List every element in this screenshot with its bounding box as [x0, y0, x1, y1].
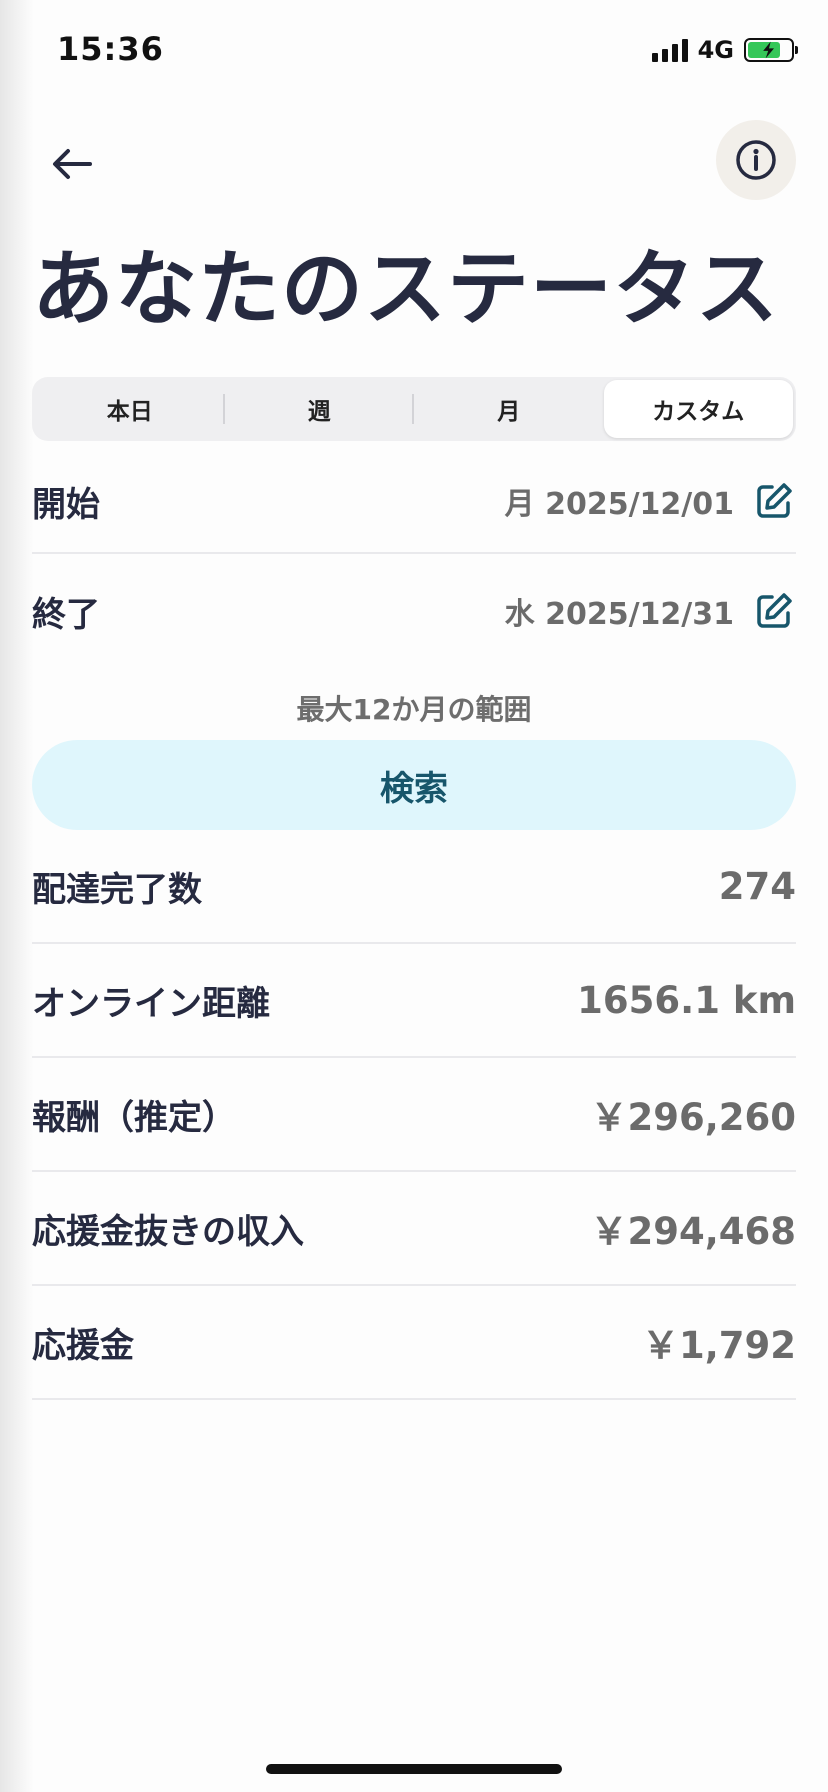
start-date-value-group: 月 2025/12/01 [505, 479, 796, 523]
end-date-label: 終了 [32, 594, 100, 635]
stat-row-estimated-reward: 報酬（推定） ￥296,260 [32, 1058, 796, 1170]
stat-value: 274 [718, 864, 796, 908]
status-indicators: 4G [651, 36, 798, 64]
start-date-value: 月 2025/12/01 [504, 487, 734, 522]
search-button[interactable]: 検索 [32, 740, 796, 830]
arrow-left-icon [53, 149, 92, 179]
stat-label: 報酬（推定） [32, 1097, 236, 1138]
battery-icon [744, 38, 798, 62]
charging-bolt-icon [763, 41, 774, 59]
signal-icon [651, 38, 688, 62]
stat-value: ￥294,468 [590, 1210, 796, 1253]
stat-row-support-money: 応援金 ￥1,792 [32, 1286, 796, 1398]
end-date-value-group: 水 2025/12/31 [505, 589, 796, 633]
info-button[interactable] [716, 120, 796, 200]
back-button[interactable] [42, 134, 102, 194]
stat-label: 応援金抜きの収入 [32, 1211, 304, 1252]
status-time: 15:36 [57, 30, 164, 68]
edit-end-date-button[interactable] [752, 589, 796, 633]
network-label: 4G [697, 36, 734, 64]
stat-label: 応援金 [32, 1325, 134, 1366]
stat-value: ￥1,792 [641, 1324, 796, 1367]
stat-label: 配達完了数 [32, 869, 202, 910]
divider [32, 1398, 796, 1400]
stat-row-income-excluding-support: 応援金抜きの収入 ￥294,468 [32, 1172, 796, 1284]
stat-row-deliveries: 配達完了数 274 [32, 830, 796, 942]
start-date-label: 開始 [32, 484, 100, 525]
home-indicator[interactable] [266, 1764, 562, 1774]
tab-today[interactable]: 本日 [35, 380, 225, 438]
end-date-value: 水 2025/12/31 [504, 597, 734, 632]
tab-month[interactable]: 月 [414, 380, 604, 438]
stat-row-online-distance: オンライン距離 1656.1 km [32, 944, 796, 1056]
edit-start-date-button[interactable] [752, 479, 796, 523]
stat-value: ￥296,260 [590, 1096, 796, 1139]
divider [32, 552, 796, 554]
page-title: あなたのステータス [32, 242, 780, 337]
edit-icon [757, 483, 792, 518]
range-note: 最大12か月の範囲 [296, 693, 532, 726]
edge-shadow [0, 0, 34, 1792]
edit-icon [757, 593, 792, 628]
end-date-row: 終了 水 2025/12/31 [32, 556, 796, 666]
tab-custom[interactable]: カスタム [603, 380, 793, 438]
tab-week[interactable]: 週 [225, 380, 415, 438]
period-segmented-control: 本日 週 月 カスタム [32, 377, 796, 441]
stat-label: オンライン距離 [32, 983, 270, 1024]
status-screen: 15:36 4G あなたのステータス 本日 週 月 カスタム 開始 月 2025… [0, 0, 828, 1792]
stat-value: 1656.1 km [577, 978, 796, 1022]
status-bar: 15:36 4G [0, 0, 828, 100]
info-circle-icon [736, 140, 776, 180]
start-date-row: 開始 月 2025/12/01 [32, 446, 796, 556]
